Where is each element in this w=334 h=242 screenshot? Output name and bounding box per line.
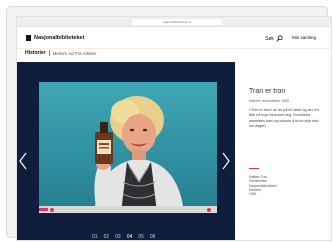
- video-frame[interactable]: [39, 82, 217, 213]
- video-player-bar[interactable]: [39, 206, 217, 213]
- page-link-01[interactable]: 01: [92, 234, 98, 240]
- tablet-frame: nasjonalbiblioteket.no Nasjonalbibliotek…: [6, 6, 332, 241]
- search-label: Søk: [265, 35, 274, 42]
- page-link-03[interactable]: 03: [115, 234, 121, 240]
- url-field[interactable]: nasjonalbiblioteket.no: [132, 19, 222, 25]
- search-icon: [276, 35, 283, 42]
- site-header: Nasjonalbiblioteket Søk Min samling: [17, 27, 331, 49]
- browser-bar: nasjonalbiblioteket.no: [17, 17, 331, 27]
- metadata-list: Møllers Tran Reklamefilm Nasjonalbibliotek…: [249, 175, 277, 196]
- page-link-05[interactable]: 05: [138, 234, 144, 240]
- accent-divider: [249, 168, 259, 169]
- page-link-04[interactable]: 04: [127, 234, 133, 240]
- story-title: Tran er tron: [249, 88, 286, 95]
- previous-arrow-icon[interactable]: [18, 152, 28, 170]
- story-subtitle: Møllers reklamefilm 1960: [249, 99, 290, 103]
- progress-fill: [39, 208, 48, 211]
- screen: nasjonalbiblioteket.no Nasjonalbibliotek…: [16, 16, 332, 241]
- fullscreen-icon[interactable]: [207, 207, 211, 212]
- breadcrumb-divider: [48, 50, 50, 56]
- page-link-02[interactable]: 02: [104, 234, 110, 240]
- page-navigation: 01 02 03 04 05 06: [92, 234, 156, 240]
- info-panel: Tran er tron Møllers reklamefilm 1960 «T…: [235, 62, 331, 240]
- site-logo[interactable]: Nasjonalbiblioteket: [26, 35, 84, 41]
- woman-with-bottle-image: [94, 96, 184, 213]
- breadcrumb: Historier Mellom Ad Fra reklam: [25, 50, 96, 56]
- my-collection-link[interactable]: Min samling: [292, 35, 316, 40]
- breadcrumb-current: Mellom Ad Fra reklam: [52, 50, 97, 56]
- metadata-item: 1960: [249, 192, 257, 197]
- page-link-06[interactable]: 06: [150, 234, 156, 240]
- breadcrumb-historier[interactable]: Historier: [25, 50, 46, 56]
- progress-handle-icon[interactable]: [50, 207, 54, 212]
- next-arrow-icon[interactable]: [221, 152, 231, 170]
- search-button[interactable]: Søk: [265, 35, 283, 42]
- story-text: «Tran er tron» av de på 60-tallet og der…: [249, 108, 320, 129]
- logo-text: Nasjonalbiblioteket: [34, 35, 85, 41]
- logo-mark-icon: [26, 35, 31, 41]
